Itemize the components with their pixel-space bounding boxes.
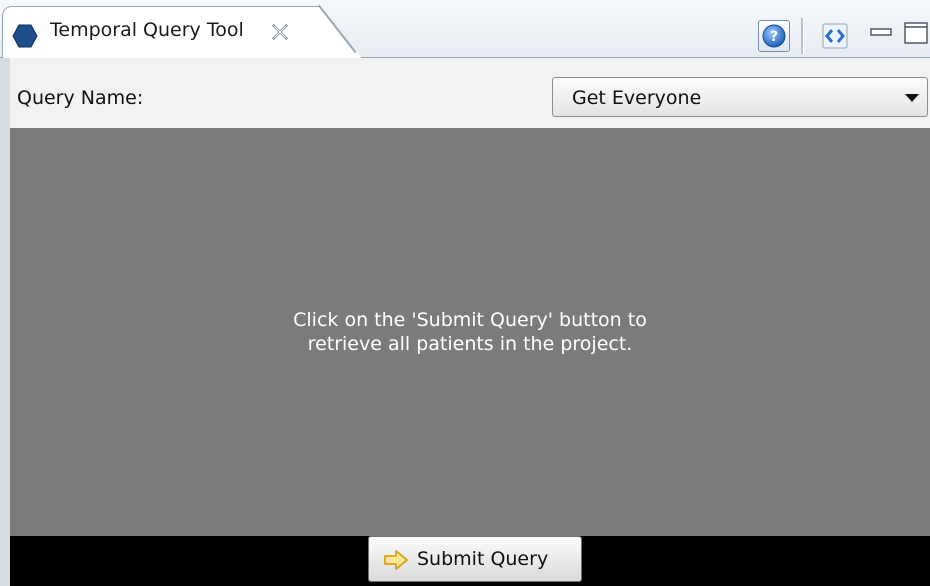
view-tab-bar: Temporal Query Tool ? [0, 0, 930, 59]
query-content-panel: Click on the 'Submit Query' button to re… [0, 128, 930, 536]
help-button[interactable]: ? [758, 20, 790, 52]
instruction-message: Click on the 'Submit Query' button to re… [10, 308, 930, 356]
maximize-icon[interactable] [904, 22, 928, 44]
instruction-line-2: retrieve all patients in the project. [307, 333, 633, 355]
help-icon: ? [762, 24, 786, 48]
submit-query-label: Submit Query [417, 548, 549, 570]
hexagon-icon [12, 24, 38, 48]
action-bar: Submit Query [0, 536, 930, 586]
arrow-right-icon [384, 550, 408, 570]
minimize-icon[interactable] [870, 28, 892, 36]
link-icon [822, 23, 848, 49]
query-name-label: Query Name: [17, 87, 144, 109]
query-name-dropdown[interactable]: Get Everyone [552, 77, 928, 117]
close-icon[interactable] [270, 22, 290, 42]
svg-text:?: ? [770, 29, 778, 45]
toolbar-separator [801, 18, 804, 54]
query-name-row: Query Name: Get Everyone [0, 58, 930, 128]
instruction-line-1: Click on the 'Submit Query' button to [293, 309, 647, 331]
temporal-query-view: Temporal Query Tool ? Query Name: Get Ev… [0, 0, 930, 586]
chevron-down-icon [905, 94, 919, 102]
link-button[interactable] [820, 20, 852, 52]
query-name-selected: Get Everyone [572, 87, 702, 109]
tab-title: Temporal Query Tool [50, 19, 244, 41]
submit-query-button[interactable]: Submit Query [368, 536, 582, 582]
